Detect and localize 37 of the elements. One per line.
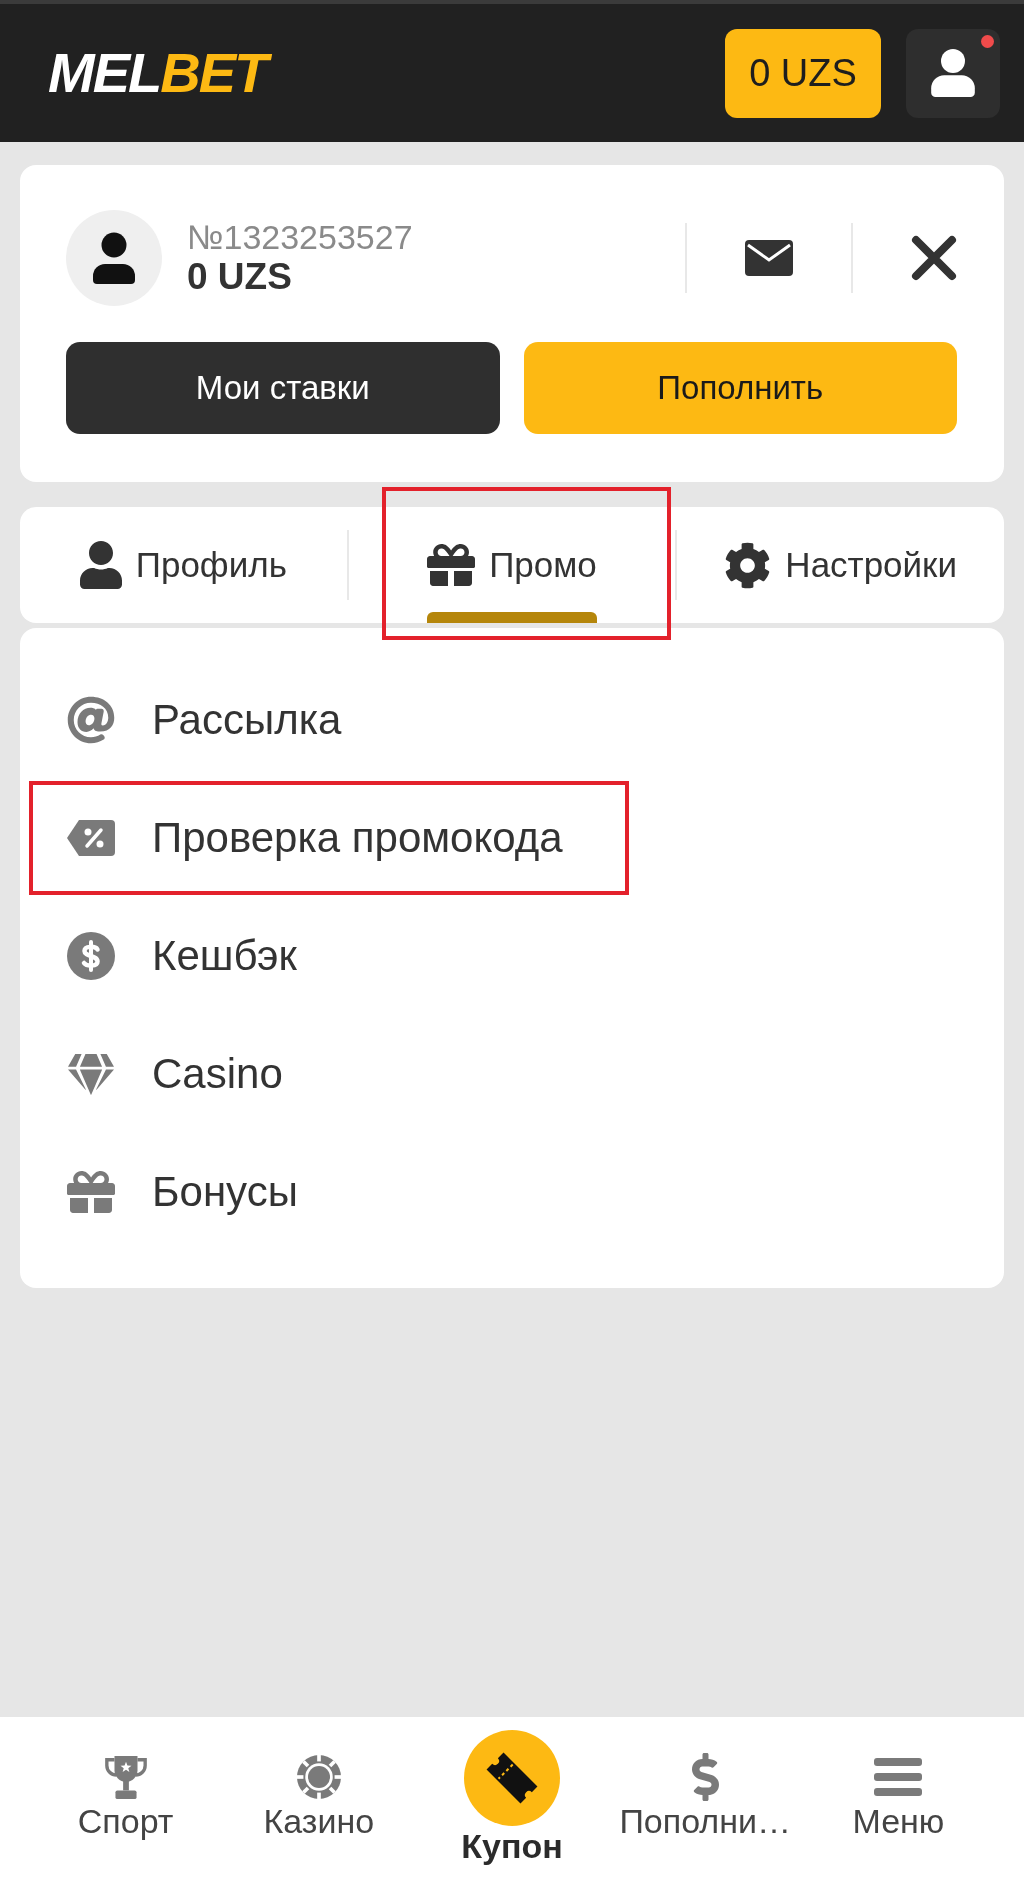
- avatar-icon: [66, 210, 162, 306]
- menu-icon: [873, 1758, 924, 1796]
- nav-item[interactable]: Казино: [222, 1717, 416, 1890]
- tab[interactable]: Настройки: [677, 507, 1004, 623]
- deposit-button[interactable]: Пополнить: [523, 342, 957, 434]
- percent-tag-icon: [67, 820, 115, 856]
- nav-item[interactable]: Купон: [415, 1717, 609, 1890]
- nav-item[interactable]: Пополни…: [608, 1717, 802, 1890]
- user-icon: [931, 49, 975, 97]
- gift-icon: [427, 541, 476, 589]
- close-icon[interactable]: [911, 235, 957, 281]
- dollar-icon: [691, 1753, 719, 1801]
- menu-item[interactable]: Проверка промокода: [20, 779, 1004, 897]
- settings-icon: [724, 541, 772, 589]
- tab[interactable]: Промо: [348, 507, 676, 623]
- menu-item[interactable]: Бонусы: [20, 1133, 1004, 1251]
- logo[interactable]: MELBET: [48, 42, 271, 104]
- trophy-icon: [102, 1753, 149, 1801]
- my-bets-button[interactable]: Мои ставки: [66, 342, 500, 434]
- mail-icon[interactable]: [745, 240, 793, 276]
- profile-button[interactable]: [906, 28, 1000, 118]
- nav-item[interactable]: Меню: [801, 1717, 995, 1890]
- ticket-icon: [464, 1730, 560, 1826]
- menu-item[interactable]: Casino: [20, 1015, 1004, 1133]
- nav-item[interactable]: Спорт: [29, 1717, 223, 1890]
- at-icon: [67, 696, 115, 744]
- tab[interactable]: Профиль: [20, 507, 347, 623]
- account-balance: 0 UZS: [187, 256, 293, 298]
- casino-chip-icon: [296, 1755, 341, 1799]
- gift-icon: [67, 1168, 115, 1216]
- diamond-icon: [68, 1053, 114, 1095]
- balance-button[interactable]: 0 UZS: [725, 28, 881, 118]
- menu-item[interactable]: Кешбэк: [20, 897, 1004, 1015]
- menu-item[interactable]: Рассылка: [20, 661, 1004, 779]
- account-number: №1323253527: [187, 218, 413, 256]
- user-icon: [79, 541, 122, 589]
- dollar-coin-icon: [67, 932, 115, 980]
